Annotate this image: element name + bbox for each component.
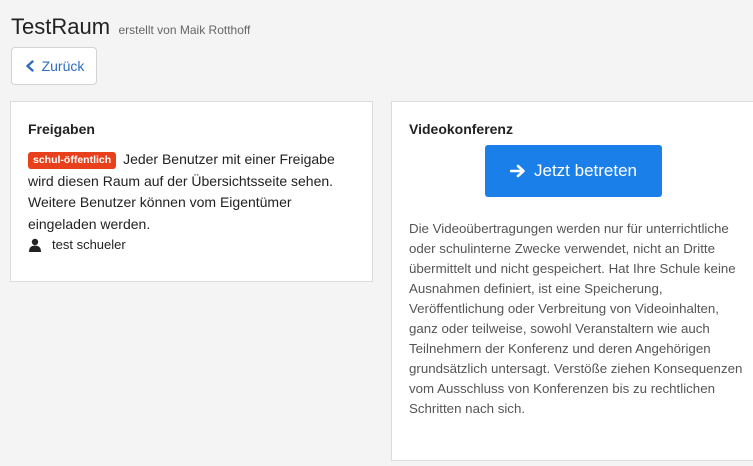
back-button-label: Zurück xyxy=(41,58,85,74)
video-disclaimer: Die Videoübertragungen werden nur für un… xyxy=(409,221,743,416)
join-button-label: Jetzt betreten xyxy=(533,161,637,180)
shares-description: schul-öffentlich Jeder Benutzer mit eine… xyxy=(28,149,363,235)
shares-heading: Freigaben xyxy=(28,121,95,137)
video-conference-card: Videokonferenz Jetzt betreten Die Videoü… xyxy=(391,101,753,461)
chevron-left-icon xyxy=(25,60,34,72)
shared-user: test schueler xyxy=(28,237,126,252)
arrow-right-icon xyxy=(509,164,525,178)
back-button[interactable]: Zurück xyxy=(11,47,97,85)
shares-card: Freigaben schul-öffentlich Jeder Benutze… xyxy=(10,101,373,282)
join-button[interactable]: Jetzt betreten xyxy=(485,145,662,197)
page-header: TestRaum erstellt von Maik Rotthoff xyxy=(11,14,250,40)
video-heading: Videokonferenz xyxy=(409,121,513,137)
visibility-badge: schul-öffentlich xyxy=(28,152,117,169)
user-icon xyxy=(29,238,41,252)
room-creator: erstellt von Maik Rotthoff xyxy=(118,23,251,37)
room-title: TestRaum xyxy=(11,14,111,39)
shared-user-name: test schueler xyxy=(52,237,126,252)
